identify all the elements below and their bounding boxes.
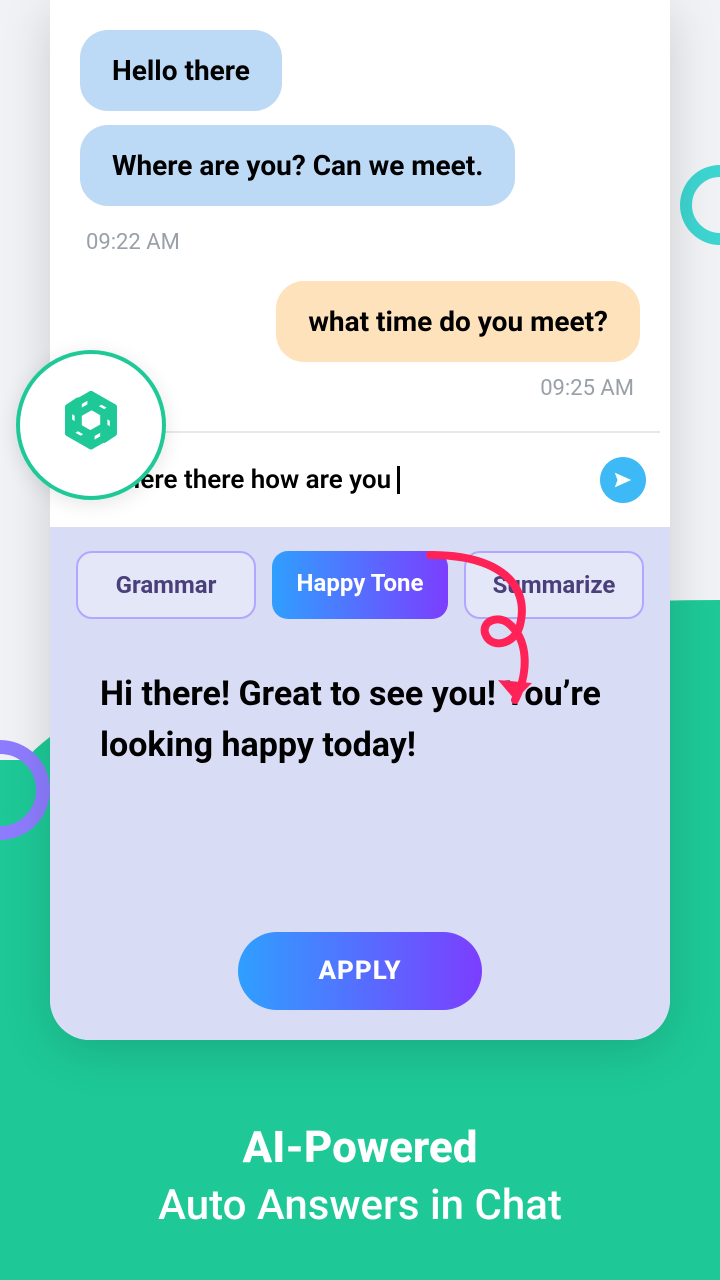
text-cursor (397, 466, 400, 494)
phone-card: Hello there Where are you? Can we meet. … (50, 0, 670, 1040)
ai-suggestion-panel: Grammar Happy Tone Summarize Hi there! G… (50, 527, 670, 1040)
send-button[interactable] (600, 457, 646, 503)
promo-line2: Auto Answers in Chat (0, 1181, 720, 1230)
message-input[interactable]: Here there how are you (122, 465, 586, 495)
pill-grammar[interactable]: Grammar (76, 551, 256, 619)
decor-ring-teal (680, 165, 720, 245)
tone-pill-row: Grammar Happy Tone Summarize (76, 551, 644, 619)
promo-footer: AI-Powered Auto Answers in Chat (0, 1121, 720, 1230)
ai-suggestion-text: Hi there! Great to see you! You’re looki… (76, 649, 644, 932)
promo-line1: AI-Powered (0, 1121, 720, 1173)
chat-area: Hello there Where are you? Can we meet. … (50, 0, 670, 431)
ai-badge (16, 350, 166, 500)
ai-logo-icon (51, 385, 131, 465)
chat-bubble-outgoing: what time do you meet? (276, 281, 640, 362)
message-input-text: Here there how are you (122, 465, 391, 495)
apply-button[interactable]: APPLY (238, 932, 481, 1010)
chat-bubble-incoming: Where are you? Can we meet. (80, 125, 515, 206)
chat-bubble-incoming: Hello there (80, 30, 282, 111)
timestamp-incoming: 09:22 AM (86, 230, 640, 255)
pill-happy-tone[interactable]: Happy Tone (272, 551, 448, 619)
timestamp-outgoing: 09:25 AM (80, 376, 634, 401)
pill-summarize[interactable]: Summarize (464, 551, 644, 619)
